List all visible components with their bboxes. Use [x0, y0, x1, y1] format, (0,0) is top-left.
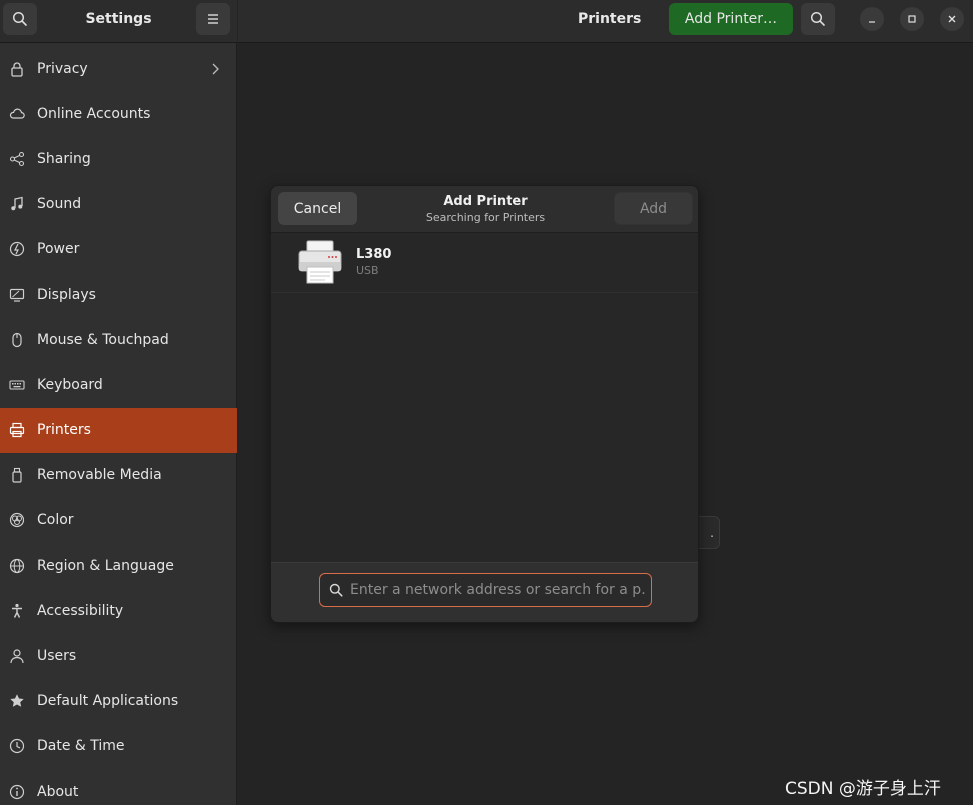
sidebar-item-sharing[interactable]: Sharing: [0, 136, 237, 181]
music-note-icon: [11, 196, 23, 211]
sidebar-list: Privacy Online Accounts Sharing Sound Po…: [0, 46, 237, 805]
sidebar-item-label: Power: [37, 241, 80, 258]
maximize-button[interactable]: [900, 7, 924, 31]
sidebar-item-label: Region & Language: [37, 557, 174, 574]
keyboard-icon: [9, 380, 25, 390]
page-title: Printers: [578, 11, 642, 27]
watermark: CSDN @游子身上汗: [785, 779, 941, 799]
usb-drive-icon: [12, 468, 22, 483]
main-header: Printers Add Printer…: [238, 0, 973, 43]
add-button[interactable]: Add: [614, 192, 693, 225]
sidebar-item-online-accounts[interactable]: Online Accounts: [0, 91, 237, 136]
clock-icon: [9, 739, 25, 754]
info-icon: [9, 784, 25, 799]
sidebar-item-label: Color: [37, 512, 74, 529]
sidebar-item-label: About: [37, 783, 79, 800]
sidebar-item-mouse-touchpad[interactable]: Mouse & Touchpad: [0, 317, 237, 362]
globe-icon: [9, 558, 25, 573]
sidebar-item-label: Privacy: [37, 60, 88, 77]
hamburger-menu-icon: [208, 14, 218, 24]
close-icon: [948, 15, 956, 23]
menu-button[interactable]: [196, 3, 230, 35]
sidebar-item-printers[interactable]: Printers: [0, 407, 237, 453]
printer-device-icon: [298, 240, 342, 284]
close-button[interactable]: [940, 7, 964, 31]
power-icon: [9, 242, 25, 257]
sidebar-item-label: Removable Media: [37, 467, 162, 484]
sidebar-item-region-language[interactable]: Region & Language: [0, 543, 237, 588]
minimize-button[interactable]: [860, 7, 884, 31]
sidebar-item-power[interactable]: Power: [0, 227, 237, 272]
printer-connection: USB: [356, 264, 379, 277]
sidebar-item-keyboard[interactable]: Keyboard: [0, 362, 237, 407]
sidebar-item-label: Accessibility: [37, 602, 124, 619]
sidebar-item-label: Mouse & Touchpad: [37, 331, 169, 348]
dialog-header: Cancel Add Printer Searching for Printer…: [271, 186, 698, 233]
mouse-icon: [12, 332, 22, 347]
minimize-icon: [869, 21, 875, 23]
sidebar-item-date-time[interactable]: Date & Time: [0, 724, 237, 769]
sidebar-item-privacy[interactable]: Privacy: [0, 46, 237, 91]
sidebar-item-about[interactable]: About: [0, 769, 237, 805]
printer-icon: [9, 422, 25, 438]
list-item[interactable]: L380 USB: [271, 233, 698, 293]
color-icon: [9, 513, 25, 528]
printer-list: L380 USB: [271, 233, 698, 562]
sidebar-item-label: Printers: [37, 422, 91, 439]
header-search-button[interactable]: [801, 3, 835, 35]
sidebar-item-label: Sound: [37, 196, 82, 213]
sidebar-item-label: Users: [37, 648, 77, 665]
sidebar-item-users[interactable]: Users: [0, 633, 237, 678]
search-icon: [329, 583, 343, 597]
cloud-icon: [9, 108, 25, 119]
sidebar-item-removable-media[interactable]: Removable Media: [0, 453, 237, 498]
printer-search-field[interactable]: [319, 573, 652, 607]
sidebar-item-color[interactable]: Color: [0, 498, 237, 543]
sidebar-item-default-applications[interactable]: Default Applications: [0, 679, 237, 724]
share-icon: [9, 151, 25, 167]
sidebar-item-label: Date & Time: [37, 738, 125, 755]
sidebar-item-label: Default Applications: [37, 693, 179, 710]
sidebar-header: Settings: [0, 0, 237, 43]
sidebar-item-displays[interactable]: Displays: [0, 272, 237, 317]
sidebar-item-label: Sharing: [37, 150, 91, 167]
search-icon: [810, 11, 825, 26]
sidebar-item-label: Keyboard: [37, 376, 103, 393]
maximize-icon: [908, 15, 916, 23]
sidebar-item-label: Displays: [37, 286, 96, 303]
dialog-footer: [271, 562, 698, 622]
users-icon: [10, 649, 24, 664]
printer-search-input[interactable]: [350, 574, 645, 605]
sidebar-item-accessibility[interactable]: Accessibility: [0, 588, 237, 633]
sidebar-item-label: Online Accounts: [37, 105, 151, 122]
chevron-right-icon: [212, 63, 219, 75]
printer-name: L380: [356, 247, 392, 262]
display-icon: [9, 288, 25, 302]
star-icon: [10, 694, 24, 708]
add-printer-button[interactable]: Add Printer…: [669, 3, 793, 35]
accessibility-icon: [12, 603, 22, 618]
lock-icon: [11, 62, 23, 77]
sidebar: Settings Privacy Online Accounts Sharing…: [0, 0, 237, 805]
add-printer-dialog: Cancel Add Printer Searching for Printer…: [270, 185, 699, 623]
sidebar-item-sound[interactable]: Sound: [0, 182, 237, 227]
